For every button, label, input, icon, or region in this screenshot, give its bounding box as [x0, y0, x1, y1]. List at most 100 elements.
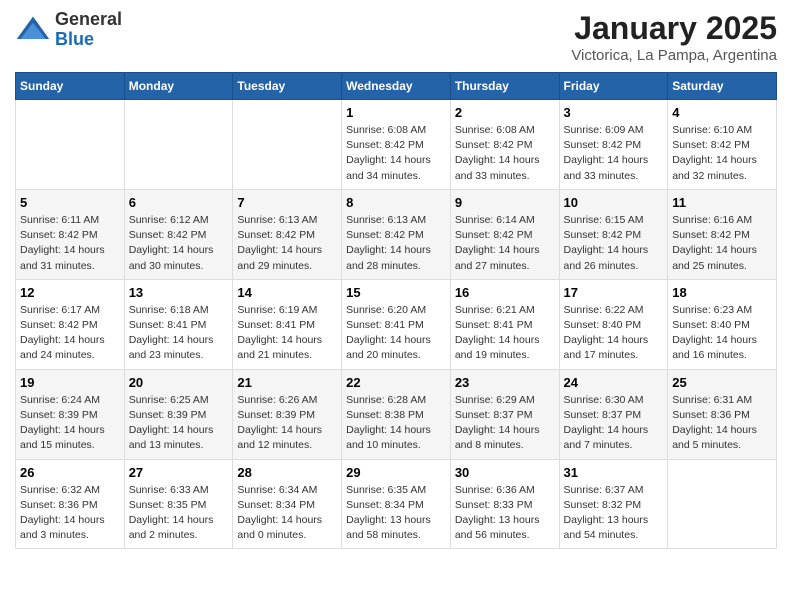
day-info: Sunrise: 6:21 AM Sunset: 8:41 PM Dayligh… — [455, 303, 555, 364]
calendar-cell — [233, 100, 342, 190]
page-header: General Blue January 2025 Victorica, La … — [15, 10, 777, 64]
calendar-cell: 13 Sunrise: 6:18 AM Sunset: 8:41 PM Dayli… — [124, 279, 233, 369]
day-info: Sunrise: 6:24 AM Sunset: 8:39 PM Dayligh… — [20, 393, 120, 454]
day-info: Sunrise: 6:22 AM Sunset: 8:40 PM Dayligh… — [564, 303, 664, 364]
day-info: Sunrise: 6:18 AM Sunset: 8:41 PM Dayligh… — [129, 303, 229, 364]
day-number: 29 — [346, 465, 446, 480]
calendar-week-row: 1 Sunrise: 6:08 AM Sunset: 8:42 PM Daylig… — [16, 100, 777, 190]
calendar-cell: 30 Sunrise: 6:36 AM Sunset: 8:33 PM Dayli… — [450, 459, 559, 549]
day-info: Sunrise: 6:32 AM Sunset: 8:36 PM Dayligh… — [20, 483, 120, 544]
logo-icon — [15, 12, 51, 48]
day-number: 17 — [564, 285, 664, 300]
calendar-cell: 24 Sunrise: 6:30 AM Sunset: 8:37 PM Dayli… — [559, 369, 668, 459]
day-info: Sunrise: 6:34 AM Sunset: 8:34 PM Dayligh… — [237, 483, 337, 544]
day-number: 21 — [237, 375, 337, 390]
calendar-cell: 5Sunrise: 6:11 AM Sunset: 8:42 PM Daylig… — [16, 189, 125, 279]
calendar-cell: 20 Sunrise: 6:25 AM Sunset: 8:39 PM Dayli… — [124, 369, 233, 459]
day-info: Sunrise: 6:15 AM Sunset: 8:42 PM Dayligh… — [564, 213, 664, 274]
day-info: Sunrise: 6:30 AM Sunset: 8:37 PM Dayligh… — [564, 393, 664, 454]
day-info: Sunrise: 6:14 AM Sunset: 8:42 PM Dayligh… — [455, 213, 555, 274]
weekday-header-sunday: Sunday — [16, 73, 125, 100]
weekday-header-saturday: Saturday — [668, 73, 777, 100]
day-info: Sunrise: 6:11 AM Sunset: 8:42 PM Dayligh… — [20, 213, 120, 274]
day-info: Sunrise: 6:20 AM Sunset: 8:41 PM Dayligh… — [346, 303, 446, 364]
calendar-week-row: 26Sunrise: 6:32 AM Sunset: 8:36 PM Dayli… — [16, 459, 777, 549]
day-number: 3 — [564, 105, 664, 120]
day-number: 23 — [455, 375, 555, 390]
calendar-cell: 25 Sunrise: 6:31 AM Sunset: 8:36 PM Dayli… — [668, 369, 777, 459]
calendar-cell: 27 Sunrise: 6:33 AM Sunset: 8:35 PM Dayli… — [124, 459, 233, 549]
day-number: 24 — [564, 375, 664, 390]
day-info: Sunrise: 6:26 AM Sunset: 8:39 PM Dayligh… — [237, 393, 337, 454]
title-block: January 2025 Victorica, La Pampa, Argent… — [571, 10, 777, 64]
day-number: 19 — [20, 375, 120, 390]
calendar-cell: 17 Sunrise: 6:22 AM Sunset: 8:40 PM Dayli… — [559, 279, 668, 369]
weekday-header-row: SundayMondayTuesdayWednesdayThursdayFrid… — [16, 73, 777, 100]
calendar-week-row: 5Sunrise: 6:11 AM Sunset: 8:42 PM Daylig… — [16, 189, 777, 279]
calendar-cell: 8Sunrise: 6:13 AM Sunset: 8:42 PM Daylig… — [342, 189, 451, 279]
calendar-cell: 11Sunrise: 6:16 AM Sunset: 8:42 PM Dayli… — [668, 189, 777, 279]
calendar-cell: 2Sunrise: 6:08 AM Sunset: 8:42 PM Daylig… — [450, 100, 559, 190]
day-number: 30 — [455, 465, 555, 480]
weekday-header-wednesday: Wednesday — [342, 73, 451, 100]
calendar-cell: 15 Sunrise: 6:20 AM Sunset: 8:41 PM Dayli… — [342, 279, 451, 369]
day-info: Sunrise: 6:33 AM Sunset: 8:35 PM Dayligh… — [129, 483, 229, 544]
day-info: Sunrise: 6:25 AM Sunset: 8:39 PM Dayligh… — [129, 393, 229, 454]
calendar-subtitle: Victorica, La Pampa, Argentina — [571, 47, 777, 64]
logo-general-text: General — [55, 10, 122, 30]
day-number: 27 — [129, 465, 229, 480]
day-info: Sunrise: 6:23 AM Sunset: 8:40 PM Dayligh… — [672, 303, 772, 364]
calendar-cell: 28 Sunrise: 6:34 AM Sunset: 8:34 PM Dayli… — [233, 459, 342, 549]
day-number: 25 — [672, 375, 772, 390]
day-info: Sunrise: 6:08 AM Sunset: 8:42 PM Dayligh… — [455, 123, 555, 184]
day-number: 16 — [455, 285, 555, 300]
day-number: 1 — [346, 105, 446, 120]
calendar-table: SundayMondayTuesdayWednesdayThursdayFrid… — [15, 72, 777, 549]
day-info: Sunrise: 6:36 AM Sunset: 8:33 PM Dayligh… — [455, 483, 555, 544]
calendar-cell: 4 Sunrise: 6:10 AM Sunset: 8:42 PM Daylig… — [668, 100, 777, 190]
day-info: Sunrise: 6:10 AM Sunset: 8:42 PM Dayligh… — [672, 123, 772, 184]
calendar-week-row: 12Sunrise: 6:17 AM Sunset: 8:42 PM Dayli… — [16, 279, 777, 369]
calendar-cell: 14 Sunrise: 6:19 AM Sunset: 8:41 PM Dayli… — [233, 279, 342, 369]
day-info: Sunrise: 6:13 AM Sunset: 8:42 PM Dayligh… — [237, 213, 337, 274]
weekday-header-tuesday: Tuesday — [233, 73, 342, 100]
calendar-cell: 1 Sunrise: 6:08 AM Sunset: 8:42 PM Daylig… — [342, 100, 451, 190]
day-number: 28 — [237, 465, 337, 480]
day-info: Sunrise: 6:31 AM Sunset: 8:36 PM Dayligh… — [672, 393, 772, 454]
day-number: 20 — [129, 375, 229, 390]
calendar-cell: 19 Sunrise: 6:24 AM Sunset: 8:39 PM Dayli… — [16, 369, 125, 459]
day-number: 6 — [129, 195, 229, 210]
day-info: Sunrise: 6:19 AM Sunset: 8:41 PM Dayligh… — [237, 303, 337, 364]
day-number: 8 — [346, 195, 446, 210]
day-number: 14 — [237, 285, 337, 300]
day-number: 11 — [672, 195, 772, 210]
logo-text: General Blue — [55, 10, 122, 50]
calendar-cell: 10 Sunrise: 6:15 AM Sunset: 8:42 PM Dayli… — [559, 189, 668, 279]
day-number: 18 — [672, 285, 772, 300]
day-number: 10 — [564, 195, 664, 210]
day-info: Sunrise: 6:37 AM Sunset: 8:32 PM Dayligh… — [564, 483, 664, 544]
day-number: 4 — [672, 105, 772, 120]
day-info: Sunrise: 6:29 AM Sunset: 8:37 PM Dayligh… — [455, 393, 555, 454]
calendar-cell: 22 Sunrise: 6:28 AM Sunset: 8:38 PM Dayli… — [342, 369, 451, 459]
calendar-cell: 16 Sunrise: 6:21 AM Sunset: 8:41 PM Dayli… — [450, 279, 559, 369]
day-number: 15 — [346, 285, 446, 300]
calendar-cell: 31 Sunrise: 6:37 AM Sunset: 8:32 PM Dayli… — [559, 459, 668, 549]
calendar-cell: 23 Sunrise: 6:29 AM Sunset: 8:37 PM Dayli… — [450, 369, 559, 459]
day-info: Sunrise: 6:09 AM Sunset: 8:42 PM Dayligh… — [564, 123, 664, 184]
day-info: Sunrise: 6:08 AM Sunset: 8:42 PM Dayligh… — [346, 123, 446, 184]
weekday-header-friday: Friday — [559, 73, 668, 100]
calendar-cell: 21 Sunrise: 6:26 AM Sunset: 8:39 PM Dayli… — [233, 369, 342, 459]
calendar-cell: 7Sunrise: 6:13 AM Sunset: 8:42 PM Daylig… — [233, 189, 342, 279]
day-info: Sunrise: 6:17 AM Sunset: 8:42 PM Dayligh… — [20, 303, 120, 364]
calendar-cell: 3 Sunrise: 6:09 AM Sunset: 8:42 PM Daylig… — [559, 100, 668, 190]
day-number: 22 — [346, 375, 446, 390]
calendar-week-row: 19 Sunrise: 6:24 AM Sunset: 8:39 PM Dayli… — [16, 369, 777, 459]
day-number: 13 — [129, 285, 229, 300]
logo-blue-text: Blue — [55, 30, 122, 50]
day-number: 31 — [564, 465, 664, 480]
calendar-cell: 12Sunrise: 6:17 AM Sunset: 8:42 PM Dayli… — [16, 279, 125, 369]
day-info: Sunrise: 6:28 AM Sunset: 8:38 PM Dayligh… — [346, 393, 446, 454]
weekday-header-monday: Monday — [124, 73, 233, 100]
calendar-cell — [16, 100, 125, 190]
